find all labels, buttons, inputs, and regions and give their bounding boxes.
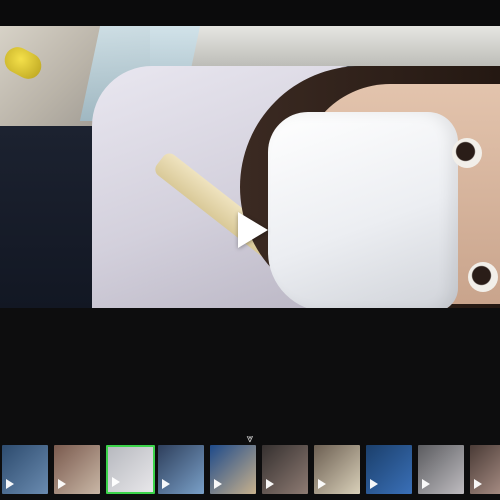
thumbnail-item[interactable] — [106, 445, 155, 494]
viewer-empty-area — [0, 308, 500, 434]
thumbnail-item[interactable] — [470, 445, 500, 494]
play-icon — [238, 212, 268, 248]
ceiling-background — [150, 26, 500, 66]
video-player[interactable] — [0, 26, 500, 308]
eye-right — [468, 262, 498, 292]
thumbnail-item[interactable] — [314, 445, 360, 494]
eye-left — [452, 138, 482, 168]
thumbnail-item[interactable] — [158, 445, 204, 494]
thumbnail-item[interactable] — [210, 445, 256, 494]
play-icon — [318, 479, 326, 489]
play-icon — [112, 477, 120, 487]
chevron-double-down-icon[interactable]: ⩔ — [240, 432, 260, 444]
play-icon — [214, 479, 222, 489]
thumbnail-item[interactable] — [366, 445, 412, 494]
play-icon — [370, 479, 378, 489]
play-icon — [422, 479, 430, 489]
play-icon — [6, 479, 14, 489]
thumbnail-item[interactable] — [54, 445, 100, 494]
face-mask — [268, 112, 458, 308]
play-icon — [162, 479, 170, 489]
play-button[interactable] — [229, 209, 271, 251]
thumbnail-item[interactable] — [262, 445, 308, 494]
thumbnail-filmstrip[interactable] — [0, 445, 500, 494]
play-icon — [58, 479, 66, 489]
thumbnail-item[interactable] — [2, 445, 48, 494]
top-bar — [0, 0, 500, 26]
play-icon — [266, 479, 274, 489]
thumbnail-item[interactable] — [418, 445, 464, 494]
play-icon — [474, 479, 482, 489]
